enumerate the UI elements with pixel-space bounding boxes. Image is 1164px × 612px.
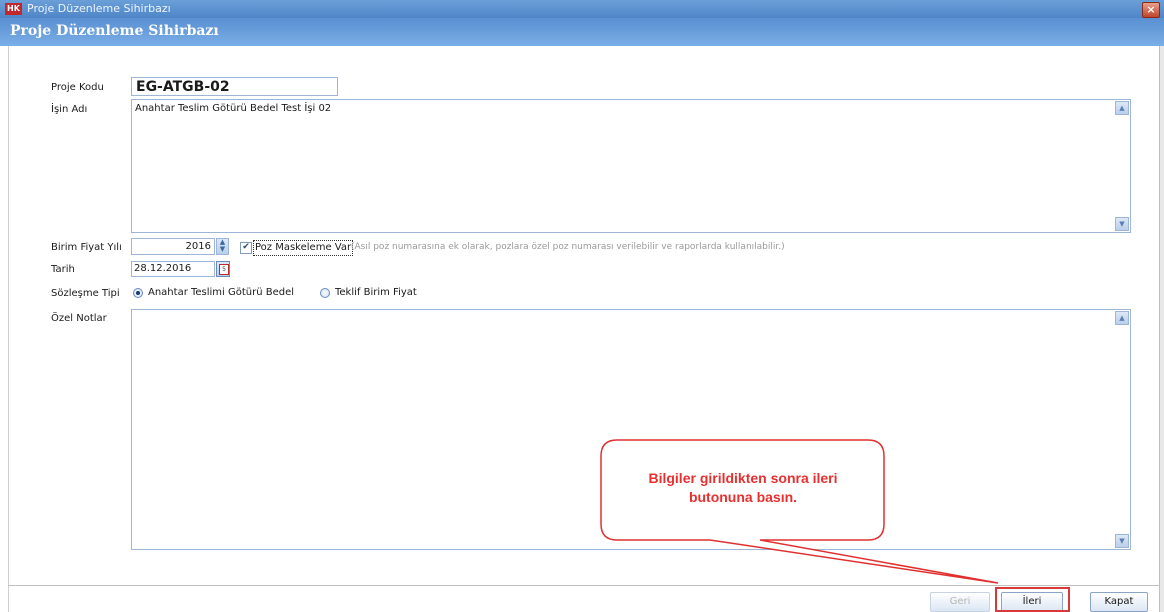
app-logo-icon: HK xyxy=(5,3,22,15)
ozel-notlar-scrollbar[interactable]: ▲ ▼ xyxy=(1114,310,1130,549)
birim-fiyat-yili-label: Birim Fiyat Yılı xyxy=(51,242,122,253)
poz-maskeleme-checkbox[interactable]: ✔ xyxy=(240,242,252,254)
scroll-up-icon[interactable]: ▲ xyxy=(1115,311,1129,325)
isin-adi-label: İşin Adı xyxy=(51,104,88,115)
radio-teklif-birim-fiyat-label[interactable]: Teklif Birim Fiyat xyxy=(335,287,417,298)
isin-adi-textarea[interactable]: Anahtar Teslim Götürü Bedel Test İşi 02 … xyxy=(131,99,1131,233)
scroll-up-icon[interactable]: ▲ xyxy=(1115,101,1129,115)
kapat-button[interactable]: Kapat xyxy=(1090,592,1148,612)
callout-line-1: Bilgiler girildikten sonra ileri xyxy=(648,470,838,486)
isin-adi-value: Anahtar Teslim Götürü Bedel Test İşi 02 xyxy=(135,103,332,114)
poz-maskeleme-hint: (Asıl poz numarasına ek olarak, pozlara … xyxy=(351,242,785,252)
poz-maskeleme-label[interactable]: Poz Maskeleme Var xyxy=(253,240,354,256)
tarih-label: Tarih xyxy=(51,264,75,275)
radio-anahtar-teslimi-label[interactable]: Anahtar Teslimi Götürü Bedel xyxy=(148,287,294,298)
radio-teklif-birim-fiyat[interactable] xyxy=(320,288,330,298)
scroll-down-icon[interactable]: ▼ xyxy=(1115,217,1129,231)
proje-kodu-input[interactable]: EG-ATGB-02 xyxy=(131,77,338,96)
callout-text: Bilgiler girildikten sonra ileri butonun… xyxy=(605,469,881,507)
scroll-down-icon[interactable]: ▼ xyxy=(1115,534,1129,548)
birim-fiyat-yili-input[interactable]: 2016 xyxy=(131,238,215,255)
callout-line-2: butonuna basın. xyxy=(688,489,798,505)
ozel-notlar-label: Özel Notlar xyxy=(51,313,107,324)
isin-adi-scrollbar[interactable]: ▲ ▼ xyxy=(1114,100,1130,232)
year-spinner-icon[interactable]: ▲ ▼ xyxy=(216,238,229,255)
calendar-icon[interactable]: 5 xyxy=(216,261,230,277)
proje-kodu-label: Proje Kodu xyxy=(51,82,104,93)
sozlesme-tipi-label: Sözleşme Tipi xyxy=(51,288,120,299)
ileri-highlight-box xyxy=(995,587,1070,612)
close-window-button[interactable]: × xyxy=(1142,2,1160,18)
right-border xyxy=(1159,46,1164,612)
radio-anahtar-teslimi[interactable] xyxy=(133,288,143,298)
tarih-input[interactable]: 28.12.2016 xyxy=(131,261,215,277)
ozel-notlar-textarea[interactable]: ▲ ▼ xyxy=(131,309,1131,550)
footer-divider xyxy=(8,585,1159,586)
wizard-header: Proje Düzenleme Sihirbazı xyxy=(0,18,1164,46)
window-titlebar: HK Proje Düzenleme Sihirbazı × xyxy=(0,0,1164,18)
window-title: Proje Düzenleme Sihirbazı xyxy=(27,2,171,15)
left-border xyxy=(0,46,9,612)
page-title: Proje Düzenleme Sihirbazı xyxy=(10,23,219,39)
geri-button[interactable]: Geri xyxy=(930,592,990,612)
